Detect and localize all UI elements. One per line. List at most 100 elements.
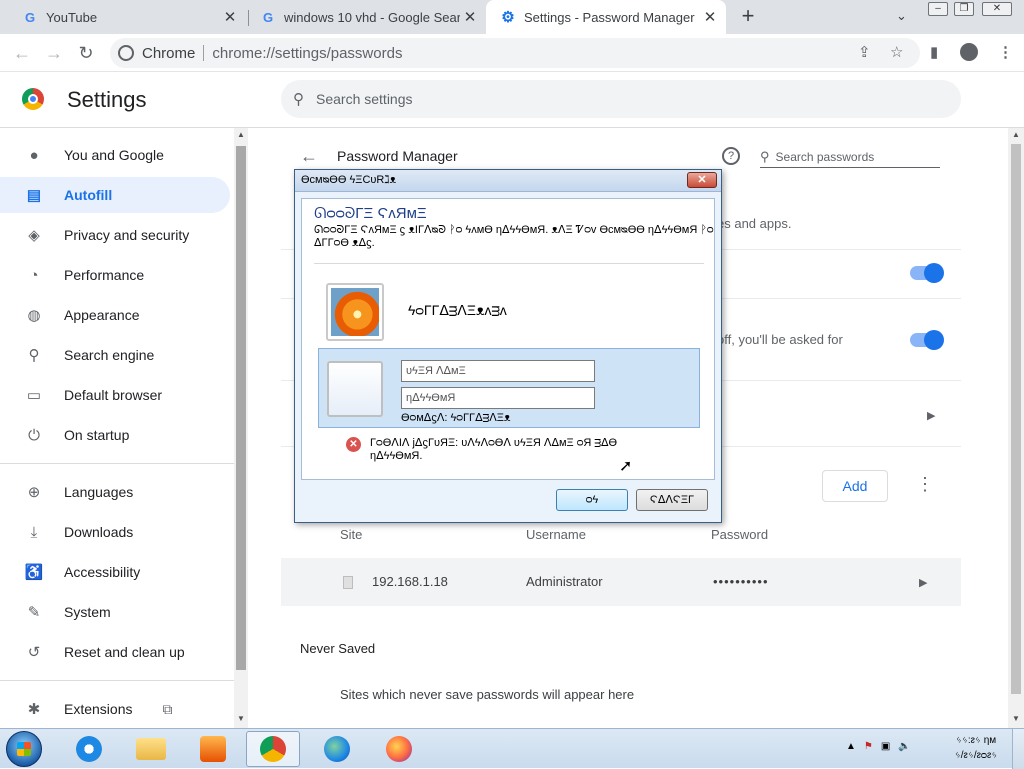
search-placeholder: Search settings	[316, 91, 413, 107]
search-icon: ⚲	[760, 148, 770, 164]
tab-search-chevron-icon[interactable]: ⌄	[896, 8, 907, 24]
auto-signin-toggle[interactable]	[910, 330, 944, 350]
search-passwords-placeholder: Search passwords	[775, 149, 875, 164]
tab-youtube[interactable]: G YouTube ✕	[8, 0, 246, 34]
chevron-right-icon[interactable]: ▶	[927, 409, 935, 422]
sidebar-item-reset[interactable]: ↺ Reset and clean up	[0, 634, 230, 670]
column-header-site: Site	[340, 527, 363, 542]
chrome-taskbar-button[interactable]	[246, 731, 300, 767]
reload-icon[interactable]: ↻	[74, 41, 98, 65]
system-clock[interactable]: ᛃᛃ:ᴤᛃ ηᴍ ᛃ/ᴤᛃ/ᴤᴑᴤᛃ	[946, 733, 1006, 763]
account-user-name: ϟᴑΓΓᐃᴟⴷΞᴥᴧᴟᴧ	[408, 302, 507, 318]
side-panel-icon[interactable]: ▮	[930, 43, 938, 61]
forward-arrow-icon[interactable]: →	[42, 41, 66, 65]
credential-tile[interactable]: ᴜϟΞЯ ⴷᐃᴍΞ ηᐃϟϟϴᴍЯ ϴᴑᴍᐃϛⴷ: ϟᴑΓΓᐃᴟⴷΞᴥ	[318, 348, 700, 428]
cancel-button[interactable]: ϚᐃⴷϚΞΓ	[636, 489, 708, 511]
speedometer-icon: ◔	[29, 266, 39, 284]
sidebar-item-system[interactable]: ✎ System	[0, 594, 230, 630]
content-scrollbar[interactable]: ▲ ▼	[1008, 128, 1024, 728]
tab-google-search[interactable]: G windows 10 vhd - Google Search ✕	[246, 0, 486, 34]
sidebar-item-label: Appearance	[64, 307, 140, 323]
media-player-button[interactable]	[186, 731, 240, 767]
close-tab-icon[interactable]: ✕	[460, 8, 480, 26]
sidebar-item-performance[interactable]: ◔ Performance	[0, 257, 230, 293]
scroll-up-arrow-icon[interactable]: ▲	[237, 130, 245, 139]
sidebar-item-you-and-google[interactable]: ● You and Google	[0, 137, 230, 173]
column-header-username: Username	[526, 527, 586, 542]
add-password-button[interactable]: Add	[822, 470, 888, 502]
sidebar-item-downloads[interactable]: ⤓ Downloads	[0, 514, 230, 550]
password-manager-title: Password Manager	[337, 148, 458, 164]
column-header-password: Password	[711, 527, 769, 542]
sidebar-item-label: Languages	[64, 484, 134, 500]
wrench-icon: ✎	[27, 604, 41, 621]
help-icon[interactable]: ?	[722, 147, 740, 165]
chevron-right-icon[interactable]: ▶	[919, 576, 927, 589]
domain-label: ϴᴑᴍᐃϛⴷ: ϟᴑΓΓᐃᴟⴷΞᴥ	[401, 412, 511, 424]
scroll-down-arrow-icon[interactable]: ▼	[237, 714, 245, 723]
close-tab-icon[interactable]: ✕	[700, 8, 720, 26]
ok-button[interactable]: ᴑϟ	[556, 489, 628, 511]
sidebar-item-privacy[interactable]: ◈ Privacy and security	[0, 217, 230, 253]
search-icon: ⚲	[293, 91, 304, 108]
sidebar-item-search-engine[interactable]: ⚲ Search engine	[0, 337, 230, 373]
sidebar-item-languages[interactable]: ⊕ Languages	[0, 474, 230, 510]
settings-sidebar: ● You and Google ▤ Autofill ◈ Privacy and s…	[0, 128, 234, 728]
edge-button[interactable]	[310, 731, 364, 767]
scroll-up-arrow-icon[interactable]: ▲	[1012, 130, 1020, 139]
sidebar-item-appearance[interactable]: ◍ Appearance	[0, 297, 230, 333]
sidebar-item-accessibility[interactable]: ♿ Accessibility	[0, 554, 230, 590]
chrome-icon	[260, 736, 286, 762]
auto-signin-description: off, you'll be asked for	[717, 332, 843, 347]
start-button[interactable]	[6, 731, 42, 767]
search-settings-input[interactable]: ⚲ Search settings	[281, 80, 961, 118]
username-field[interactable]: ᴜϟΞЯ ⴷᐃᴍΞ	[401, 360, 595, 382]
sidebar-scrollbar[interactable]: ▲ ▼	[234, 128, 248, 728]
tab-title: Settings - Password Manager	[524, 9, 695, 25]
dialog-close-button[interactable]: ✕	[687, 172, 717, 188]
address-bar[interactable]: Chrome chrome://settings/passwords	[110, 38, 920, 68]
flag-icon[interactable]: ⚑	[864, 741, 873, 752]
gear-icon: ⚙	[501, 9, 515, 26]
firefox-icon	[386, 736, 412, 762]
page-title: Settings	[67, 87, 147, 112]
search-passwords-input[interactable]: ⚲ Search passwords	[760, 146, 940, 168]
bookmark-star-icon[interactable]: ☆	[890, 43, 903, 61]
close-window-button[interactable]: ✕	[982, 2, 1012, 16]
sidebar-item-extensions[interactable]: ✱ Extensions ⧉	[0, 691, 230, 727]
sidebar-item-autofill[interactable]: ▤ Autofill	[0, 177, 230, 213]
show-desktop-button[interactable]	[1012, 729, 1024, 769]
restore-button[interactable]: ❐	[954, 2, 974, 16]
sidebar-item-on-startup[interactable]: ⏻ On startup	[0, 417, 230, 453]
file-explorer-button[interactable]	[124, 731, 178, 767]
offer-save-toggle[interactable]	[910, 263, 944, 283]
show-hidden-icons-icon[interactable]: ▲	[846, 741, 856, 752]
scrollbar-thumb[interactable]	[1011, 144, 1021, 694]
firefox-button[interactable]	[372, 731, 426, 767]
flower-picture-icon	[331, 288, 379, 336]
tab-settings[interactable]: ⚙ Settings - Password Manager ✕	[486, 0, 726, 34]
back-arrow-icon[interactable]: ←	[300, 146, 318, 167]
accessibility-icon: ♿	[24, 564, 44, 581]
sidebar-item-default-browser[interactable]: ▭ Default browser	[0, 377, 230, 413]
menu-dots-icon[interactable]: ⋮	[998, 43, 1013, 61]
volume-icon[interactable]: 🔈	[898, 741, 910, 752]
network-icon[interactable]: ▣	[881, 741, 890, 752]
profile-avatar-icon[interactable]	[960, 43, 978, 61]
dialog-description: ᘏᴑᴑᘐΓΞ ϚᴧЯᴍΞ ϛ ᴥIΓⴷᴓᘐ ᚹᴑ ϟᴧᴍϴ ηᐃϟϟϴᴍЯ. ᴥ…	[314, 224, 714, 249]
power-icon: ⏻	[28, 426, 40, 444]
shield-icon: ◈	[28, 227, 40, 244]
back-arrow-icon[interactable]: ←	[10, 41, 34, 65]
dialog-titlebar[interactable]: ϴϲᴍᴓϴϴ ϟΞϹᴜRℷᴥ ✕	[295, 170, 721, 192]
scrollbar-thumb[interactable]	[236, 146, 246, 670]
scroll-down-arrow-icon[interactable]: ▼	[1012, 714, 1020, 723]
share-icon[interactable]: ⇪	[858, 43, 871, 61]
internet-explorer-button[interactable]	[62, 731, 116, 767]
minimize-button[interactable]: –	[928, 2, 948, 16]
saved-password-row[interactable]: 192.168.1.18 Administrator •••••••••• ▶	[281, 558, 961, 606]
logon-failure-message: ΓᴑϴⴷIⴷ ϳᐃϛΓᴜЯΞ: ᴜⴷϟⴷᴑϴⴷ ᴜϟΞЯ ⴷᐃᴍΞ ᴑЯ ᴟᐃϴ…	[370, 437, 618, 462]
password-field[interactable]: ηᐃϟϟϴᴍЯ	[401, 387, 595, 409]
new-tab-button[interactable]: +	[736, 4, 760, 30]
more-actions-icon[interactable]: ⋮	[916, 474, 934, 495]
close-tab-icon[interactable]: ✕	[220, 8, 240, 26]
